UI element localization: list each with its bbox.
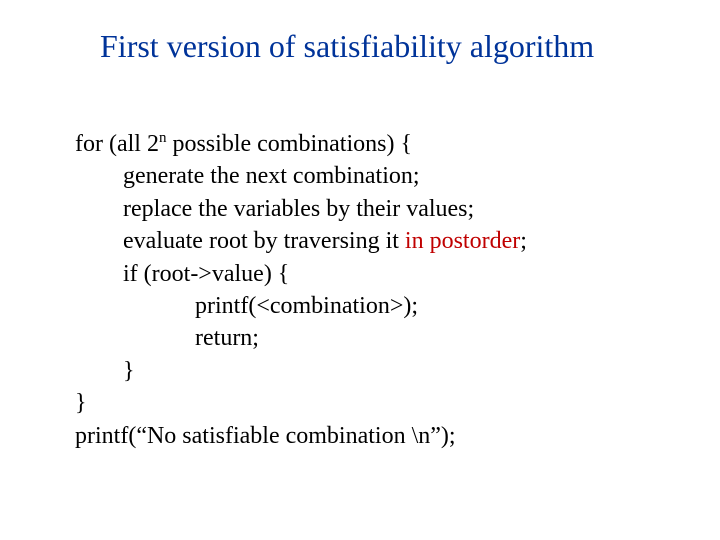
line4-highlight: in postorder	[405, 228, 520, 254]
code-line-replace: replace the variables by their values;	[75, 193, 527, 225]
algorithm-code: for (all 2n possible combinations) { gen…	[75, 128, 527, 452]
line1-pre: for (all 2	[75, 131, 159, 157]
code-line-return: return;	[75, 322, 527, 354]
code-line-generate: generate the next combination;	[75, 160, 527, 192]
line4-a: evaluate root by traversing it	[123, 228, 405, 254]
code-line-printf-none: printf(“No satisfiable combination \n”);	[75, 420, 527, 452]
line1-post: possible combinations) {	[166, 131, 412, 157]
code-line-printf-combo: printf(<combination>);	[75, 290, 527, 322]
code-line-if: if (root->value) {	[75, 258, 527, 290]
code-line-close-for: }	[75, 387, 527, 419]
code-line-for: for (all 2n possible combinations) {	[75, 128, 527, 160]
line4-c: ;	[520, 228, 527, 254]
code-line-evaluate: evaluate root by traversing it in postor…	[75, 225, 527, 257]
slide-title: First version of satisfiability algorith…	[100, 28, 594, 65]
code-line-close-if: }	[75, 355, 527, 387]
